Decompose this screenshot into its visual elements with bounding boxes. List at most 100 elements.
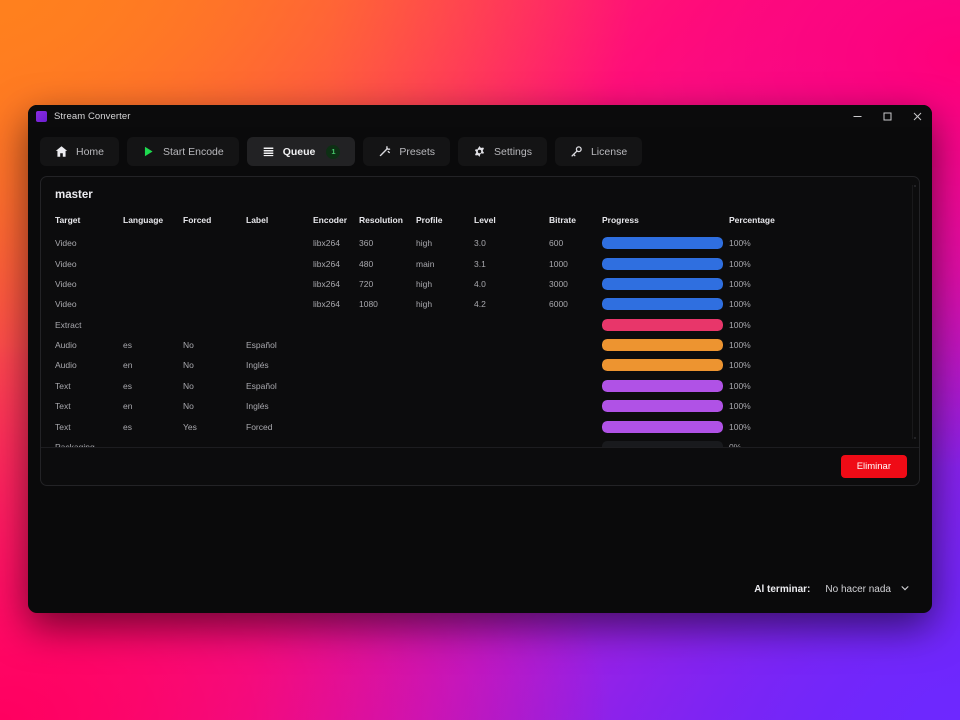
row-encoder: libx264: [313, 258, 340, 269]
queue-scrollbar[interactable]: [912, 185, 916, 439]
toolbar-button-settings[interactable]: Settings: [458, 137, 547, 166]
row-profile: [416, 396, 474, 416]
table-row[interactable]: Video libx264 720 high 4.0 3000 100%: [55, 274, 905, 294]
col-encoder: Encoder: [313, 215, 348, 225]
row-target: Video: [55, 299, 77, 310]
progress-bar: [602, 440, 723, 447]
chevron-down-icon: [900, 583, 910, 596]
progress-bar: [602, 339, 723, 352]
table-row[interactable]: Text en No Inglés 100%: [55, 396, 905, 416]
row-label: [246, 294, 313, 314]
queue-count-badge: 1: [326, 144, 341, 159]
row-encoder: [313, 437, 359, 447]
row-language: [123, 233, 183, 253]
job-title: master: [55, 189, 93, 201]
progress-bar: [602, 257, 723, 270]
progress-bar-fill: [602, 318, 723, 331]
app-icon: [36, 110, 47, 122]
row-target: Audio: [55, 360, 77, 371]
gear-icon: [473, 145, 486, 158]
toolbar-button-start-encode[interactable]: Start Encode: [127, 137, 239, 166]
row-profile: [416, 315, 474, 335]
row-label: Español: [246, 340, 277, 351]
window-title: Stream Converter: [54, 110, 131, 122]
row-level: [474, 376, 549, 396]
row-profile: main: [416, 258, 435, 269]
queue-table-body: Video libx264 360 high 3.0 600 100% Video libx26…: [55, 233, 905, 447]
row-bitrate: 1000: [549, 258, 568, 269]
row-encoder: [313, 335, 359, 355]
main-toolbar: Home Start Encode Queue 1 Presets Settin…: [28, 127, 932, 175]
row-label: Inglés: [246, 360, 269, 371]
on-finish-select[interactable]: No hacer nada: [819, 580, 914, 599]
row-forced: No: [183, 380, 194, 391]
on-finish-value: No hacer nada: [825, 584, 891, 595]
progress-bar: [602, 318, 723, 331]
row-level: [474, 335, 549, 355]
progress-bar-fill: [602, 257, 723, 270]
close-icon[interactable]: [902, 105, 932, 127]
col-resolution: Resolution: [359, 215, 403, 225]
row-forced: [183, 253, 246, 273]
table-header-row: Target Language Forced Label Encoder Res…: [55, 215, 905, 233]
row-profile: [416, 376, 474, 396]
row-profile: high: [416, 278, 433, 289]
row-forced: No: [183, 401, 194, 412]
app-window: Stream Converter Home Start Encode Queue…: [28, 105, 932, 613]
toolbar-button-license[interactable]: License: [554, 137, 643, 166]
col-bitrate: Bitrate: [549, 215, 576, 225]
toolbar-button-presets[interactable]: Presets: [363, 137, 451, 166]
row-forced: [183, 274, 246, 294]
row-percentage: 100%: [729, 299, 751, 310]
table-row[interactable]: Video libx264 360 high 3.0 600 100%: [55, 233, 905, 253]
toolbar-button-license-label: License: [590, 145, 628, 158]
table-row[interactable]: Audio es No Español 100%: [55, 335, 905, 355]
maximize-icon[interactable]: [872, 105, 902, 127]
table-row[interactable]: Packaging 0%: [55, 437, 905, 447]
row-bitrate: [549, 396, 602, 416]
row-progress: [602, 274, 729, 294]
toolbar-button-start-encode-label: Start Encode: [163, 145, 224, 158]
delete-button[interactable]: Eliminar: [840, 455, 907, 478]
row-label: [246, 437, 313, 447]
row-target: Extract: [55, 319, 82, 330]
row-resolution: 360: [359, 238, 374, 249]
row-forced: [183, 294, 246, 314]
table-row[interactable]: Text es No Español 100%: [55, 376, 905, 396]
progress-bar-fill: [602, 420, 723, 433]
row-language: es: [123, 380, 132, 391]
key-icon: [570, 145, 583, 158]
table-row[interactable]: Audio en No Inglés 100%: [55, 355, 905, 375]
row-label: Español: [246, 380, 277, 391]
table-row[interactable]: Text es Yes Forced 100%: [55, 416, 905, 436]
table-row[interactable]: Extract 100%: [55, 315, 905, 335]
row-label: [246, 274, 313, 294]
row-language: [123, 274, 183, 294]
toolbar-button-queue[interactable]: Queue 1: [246, 137, 356, 166]
row-label: [246, 253, 313, 273]
progress-bar: [602, 359, 723, 372]
progress-bar: [602, 237, 723, 250]
on-finish-label: Al terminar:: [754, 584, 811, 595]
minimize-icon[interactable]: [842, 105, 872, 127]
row-bitrate: 3000: [549, 278, 568, 289]
progress-bar-fill: [602, 400, 723, 413]
queue-table-head: Target Language Forced Label Encoder Res…: [55, 215, 905, 233]
row-progress: [602, 376, 729, 396]
row-encoder: [313, 396, 359, 416]
row-resolution: 480: [359, 258, 374, 269]
row-language: es: [123, 421, 132, 432]
row-level: [474, 416, 549, 436]
queue-table-container: master Target Language Forced Label Enco…: [41, 177, 919, 447]
row-target: Packaging: [55, 441, 95, 447]
table-row[interactable]: Video libx264 480 main 3.1 1000 100%: [55, 253, 905, 273]
row-resolution: [359, 437, 416, 447]
col-forced: Forced: [183, 215, 212, 225]
row-encoder: libx264: [313, 238, 340, 249]
row-bitrate: 6000: [549, 299, 568, 310]
row-bitrate: 600: [549, 238, 564, 249]
row-language: [123, 437, 183, 447]
toolbar-button-home[interactable]: Home: [40, 137, 120, 166]
toolbar-button-presets-label: Presets: [399, 145, 436, 158]
table-row[interactable]: Video libx264 1080 high 4.2 6000 100%: [55, 294, 905, 314]
